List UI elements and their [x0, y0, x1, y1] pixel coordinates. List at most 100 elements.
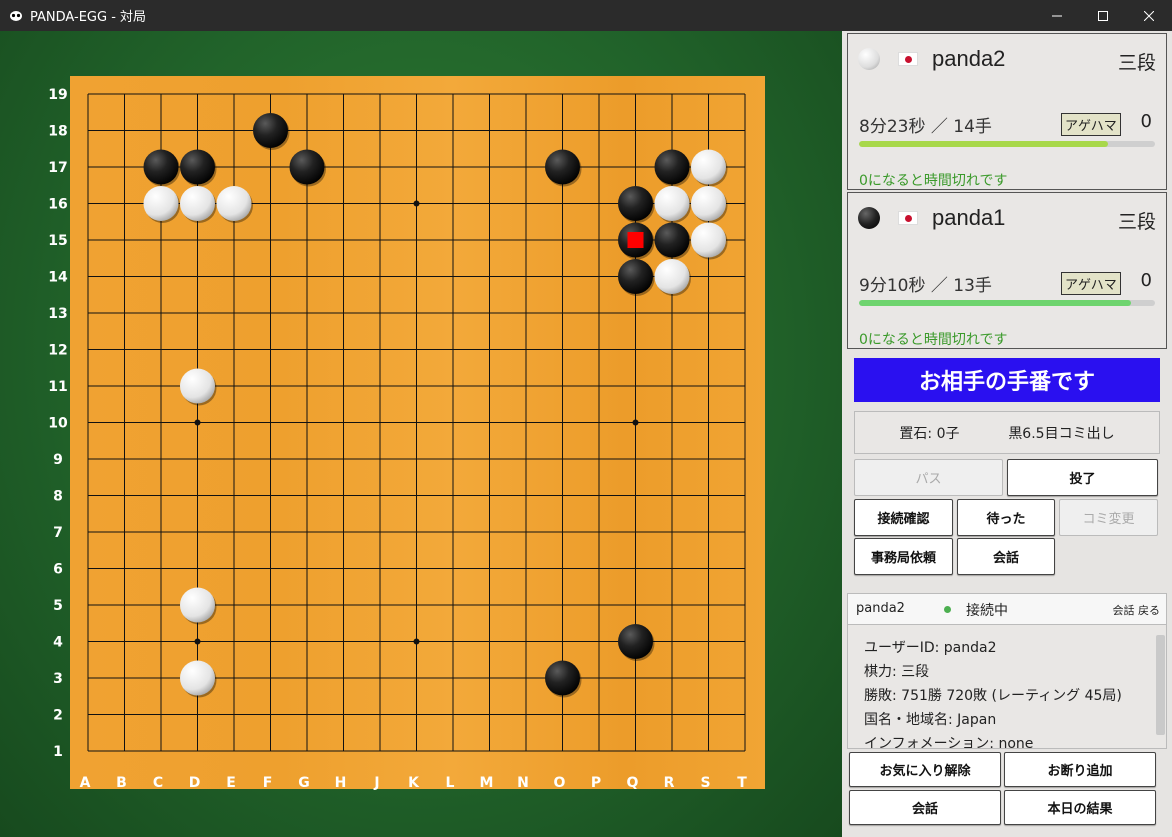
- resign-button[interactable]: 投了: [1007, 459, 1158, 496]
- player-time: 9分10秒 ／ 13手: [859, 276, 992, 296]
- column-label: L: [446, 775, 455, 791]
- column-label: R: [664, 775, 675, 791]
- chat-user: panda2: [856, 601, 905, 616]
- row-label: 4: [53, 635, 63, 651]
- side-panel: panda2 三段 8分23秒 ／ 14手 アゲハマ 0 0になると時間切れです…: [842, 31, 1172, 837]
- profile-user-id: ユーザーID: panda2: [864, 640, 997, 656]
- agehama-label: アゲハマ: [1061, 113, 1121, 136]
- white-stone-icon: [858, 48, 880, 70]
- row-label: 13: [48, 306, 67, 322]
- agehama-label: アゲハマ: [1061, 272, 1121, 295]
- pass-button[interactable]: パス: [854, 459, 1003, 496]
- go-board[interactable]: A B C D E F G H J K L M N O P Q R S T191817161514131211109…: [0, 31, 842, 837]
- column-label: D: [189, 775, 201, 791]
- black-stone: [143, 149, 179, 185]
- column-label: Q: [627, 775, 639, 791]
- undo-button[interactable]: 待った: [957, 499, 1055, 536]
- profile-rank: 棋力: 三段: [864, 664, 930, 680]
- chat-header: panda2 接続中 会話 戻る: [847, 593, 1167, 625]
- minimize-button[interactable]: [1034, 0, 1080, 31]
- row-label: 19: [48, 87, 67, 103]
- profile-information: インフォメーション: none: [864, 736, 1034, 749]
- column-label: N: [517, 775, 529, 791]
- white-stone: [691, 186, 726, 221]
- column-label: S: [700, 775, 710, 791]
- player-rank: 三段: [1117, 211, 1156, 233]
- column-label: C: [153, 775, 163, 791]
- board-area: A B C D E F G H J K L M N O P Q R S T 19 18 17 16 15 14 13 12 11 10 9…: [0, 31, 842, 837]
- white-stone: [691, 149, 726, 185]
- time-bar-fill: [859, 300, 1132, 306]
- column-label: T: [737, 775, 747, 791]
- japan-flag-icon: [898, 52, 918, 66]
- column-label: O: [554, 775, 566, 791]
- connection-check-button[interactable]: 接続確認: [854, 499, 953, 536]
- time-bar: [859, 300, 1155, 306]
- time-bar-fill: [859, 141, 1108, 147]
- white-stone: [180, 660, 215, 696]
- column-label: M: [480, 775, 494, 791]
- time-bar: [859, 141, 1155, 147]
- close-icon: [1144, 10, 1154, 21]
- star-point: [194, 419, 201, 426]
- chat-button[interactable]: 会話: [957, 538, 1055, 575]
- row-label: 11: [48, 379, 67, 395]
- row-label: 3: [53, 671, 63, 687]
- profile-scrollbar[interactable]: [1156, 635, 1165, 735]
- timeout-warning: 0になると時間切れです: [859, 173, 1008, 189]
- row-label: 12: [48, 343, 67, 359]
- maximize-button[interactable]: [1080, 0, 1126, 31]
- handicap-text: 置石: 0子: [899, 425, 960, 442]
- profile-country: 国名・地域名: Japan: [864, 712, 997, 728]
- chat-back-link[interactable]: 会話 戻る: [1113, 602, 1161, 618]
- row-label: 17: [48, 160, 67, 176]
- row-label: 2: [53, 708, 63, 724]
- komi-text: 黒6.5目コミ出し: [1008, 425, 1115, 442]
- close-button[interactable]: [1126, 0, 1172, 31]
- column-label: A: [80, 775, 91, 791]
- office-request-button[interactable]: 事務局依頼: [854, 538, 953, 575]
- title-bar: PANDA-EGG - 対局: [0, 0, 1172, 31]
- player-name: panda2: [932, 46, 1006, 71]
- black-stone: [253, 113, 288, 148]
- row-label: 15: [48, 233, 67, 249]
- turn-indicator: お相手の手番です: [854, 358, 1160, 402]
- online-status-icon: [944, 606, 951, 613]
- row-label: 18: [48, 124, 67, 140]
- black-stone: [654, 222, 690, 258]
- column-label: K: [408, 775, 420, 791]
- block-button[interactable]: お断り追加: [1004, 752, 1156, 787]
- today-results-button[interactable]: 本日の結果: [1004, 790, 1156, 825]
- last-move-marker: [627, 232, 644, 248]
- player-rank: 三段: [1117, 52, 1156, 74]
- maximize-icon: [1098, 10, 1108, 21]
- row-label: 8: [53, 489, 63, 505]
- white-stone: [654, 259, 690, 294]
- row-label: 1: [53, 744, 63, 760]
- komi-change-button[interactable]: コミ変更: [1059, 499, 1158, 536]
- game-conditions: 置石: 0子 黒6.5目コミ出し: [854, 411, 1160, 454]
- agehama-count: 0: [1140, 111, 1152, 132]
- white-stone: [180, 587, 215, 623]
- black-stone-icon: [858, 207, 880, 229]
- white-stone: [180, 186, 215, 221]
- player-card-black: panda1 三段 9分10秒 ／ 13手 アゲハマ 0 0になると時間切れです: [847, 192, 1167, 349]
- column-label: E: [226, 775, 236, 791]
- black-stone: [618, 624, 653, 659]
- white-stone: [143, 186, 179, 221]
- row-label: 10: [48, 416, 68, 432]
- player-time: 8分23秒 ／ 14手: [859, 117, 992, 137]
- window-title: PANDA-EGG - 対局: [30, 10, 147, 25]
- chat-open-button[interactable]: 会話: [849, 790, 1001, 825]
- row-label: 16: [48, 197, 67, 213]
- white-stone: [216, 186, 252, 221]
- black-stone: [289, 149, 325, 185]
- black-stone: [180, 149, 215, 185]
- row-label: 9: [53, 452, 63, 468]
- star-point: [413, 200, 420, 207]
- star-point: [194, 638, 201, 645]
- unfavorite-button[interactable]: お気に入り解除: [849, 752, 1001, 787]
- black-stone: [545, 149, 580, 185]
- column-label: F: [263, 775, 273, 791]
- column-label: B: [116, 775, 127, 791]
